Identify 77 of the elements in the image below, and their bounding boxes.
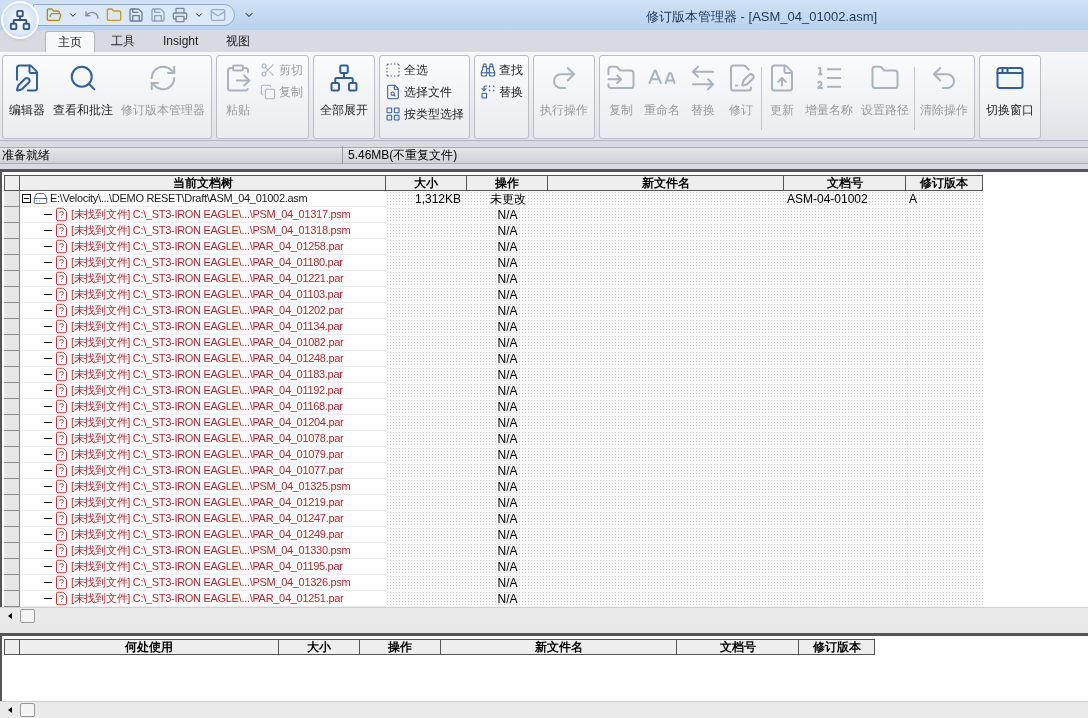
folder-icon[interactable] (106, 7, 122, 23)
tree-item-label[interactable]: [未找到文件] C:\_ST3-IRON EAGLE\...\PAR_04_01251.par (71, 590, 344, 607)
tree-item-label[interactable]: [未找到文件] C:\_ST3-IRON EAGLE\...\PAR_04_01079.par (71, 446, 344, 463)
scroll-thumb[interactable] (20, 703, 35, 718)
tree-item-label[interactable]: [未找到文件] C:\_ST3-IRON EAGLE\...\PAR_04_01082.par (71, 334, 344, 351)
tree-item-label[interactable]: [未找到文件] C:\_ST3-IRON EAGLE\...\PAR_04_01202.par (71, 302, 344, 319)
ribbon-small-button[interactable]: 按类型选择 (383, 102, 466, 125)
column-header[interactable]: 当前文档树 (20, 174, 386, 191)
column-header[interactable]: 新文件名 (548, 174, 784, 191)
horizontal-scrollbar[interactable] (0, 701, 1088, 718)
column-header[interactable]: 大小 (279, 638, 360, 655)
app-logo-icon[interactable] (1, 1, 39, 39)
column-header[interactable]: 修订版本 (799, 638, 875, 655)
tree-item-label[interactable]: [未找到文件] C:\_ST3-IRON EAGLE\...\PAR_04_01134.par (71, 318, 343, 335)
tree-item-label[interactable]: [未找到文件] C:\_ST3-IRON EAGLE\...\PAR_04_01180.par (71, 254, 343, 271)
tree-item-label[interactable]: [未找到文件] C:\_ST3-IRON EAGLE\...\PAR_04_01249.par (71, 526, 344, 543)
binoculars-icon (480, 61, 496, 78)
tree-item-label[interactable]: [未找到文件] C:\_ST3-IRON EAGLE\...\PSM_04_01326.psm (71, 574, 351, 591)
tree-item-label[interactable]: [未找到文件] C:\_ST3-IRON EAGLE\...\PAR_04_01221.par (71, 270, 344, 287)
tree-item-label[interactable]: [未找到文件] C:\_ST3-IRON EAGLE\...\PAR_04_01248.par (71, 350, 344, 367)
tree-item-label[interactable]: [未找到文件] C:\_ST3-IRON EAGLE\...\PAR_04_01192.par (71, 382, 343, 399)
tree-item-label[interactable]: [未找到文件] C:\_ST3-IRON EAGLE\...\PAR_04_01183.par (71, 366, 343, 383)
column-header[interactable]: 何处使用 (20, 638, 279, 655)
tree-item-label[interactable]: [未找到文件] C:\_ST3-IRON EAGLE\...\PAR_04_01247.par (71, 510, 344, 527)
tree-item-label[interactable]: [未找到文件] C:\_ST3-IRON EAGLE\...\PAR_04_01078.par (71, 430, 344, 447)
ribbon-tab[interactable]: Insight (151, 30, 211, 52)
column-header[interactable]: 修订版本 (906, 174, 983, 191)
replace-icon (480, 83, 496, 100)
column-header[interactable]: 文档号 (677, 638, 799, 655)
tree-item-label[interactable]: E:\Velocity\...\DEMO RESET\Draft\ASM_04_01002.asm (50, 190, 308, 207)
ribbon-tab[interactable]: 工具 (99, 30, 147, 52)
ribbon-button[interactable]: 全部展开 (317, 58, 371, 139)
scroll-left-icon[interactable] (8, 612, 12, 619)
scroll-thumb[interactable] (20, 608, 35, 623)
ribbon-button[interactable]: 切换窗口 (983, 58, 1037, 139)
folder-icon[interactable] (46, 7, 62, 23)
header-corner[interactable] (4, 638, 20, 655)
column-header[interactable]: 新文件名 (441, 638, 677, 655)
tree-item-label[interactable]: [未找到文件] C:\_ST3-IRON EAGLE\...\PAR_04_01103.par (71, 286, 343, 303)
tree-icon (329, 62, 359, 93)
scissors-icon (260, 61, 276, 78)
ribbon-small-button[interactable]: 全选 (383, 58, 466, 81)
ribbon-small-button[interactable]: 查找 (478, 58, 525, 81)
column-header[interactable]: 操作 (360, 638, 441, 655)
column-header[interactable]: 操作 (467, 174, 548, 191)
save-icon[interactable] (128, 7, 144, 23)
tree-item-label[interactable]: [未找到文件] C:\_ST3-IRON EAGLE\...\PSM_04_01325.psm (71, 478, 351, 495)
scroll-left-icon[interactable] (8, 707, 12, 714)
window-title: 修订版本管理器 - [ASM_04_01002.asm] (646, 8, 878, 26)
ribbon-tab[interactable]: 主页 (45, 30, 95, 52)
tree-item-label[interactable]: [未找到文件] C:\_ST3-IRON EAGLE\...\PAR_04_01195.par (71, 558, 343, 575)
tree-item-label[interactable]: [未找到文件] C:\_ST3-IRON EAGLE\...\PSM_04_01318.psm (71, 222, 351, 239)
header-corner[interactable] (4, 174, 20, 191)
ribbon-small-button[interactable]: 替换 (478, 80, 525, 103)
printer-icon[interactable] (172, 7, 188, 23)
selection-icon (385, 61, 401, 78)
status-message: 准备就绪 (0, 146, 343, 165)
column-header[interactable]: 文档号 (784, 174, 906, 191)
ribbon-button[interactable]: 编辑器 (6, 58, 48, 139)
grid-icon (385, 105, 401, 122)
ribbon-small-button[interactable]: 选择文件 (383, 80, 466, 103)
ribbon-button[interactable]: 查看和批注 (50, 58, 116, 139)
file-search-icon (385, 83, 401, 100)
status-file-size: 5.46MB(不重复文件) (347, 147, 458, 165)
tree-item-label[interactable]: [未找到文件] C:\_ST3-IRON EAGLE\...\PAR_04_01258.par (71, 238, 344, 255)
tree-item-label[interactable]: [未找到文件] C:\_ST3-IRON EAGLE\...\PAR_04_01204.par (71, 414, 344, 431)
mail-icon[interactable] (210, 7, 226, 23)
collapse-toggle-icon[interactable] (22, 193, 31, 203)
tree-item-label[interactable]: [未找到文件] C:\_ST3-IRON EAGLE\...\PAR_04_01219.par (71, 494, 344, 511)
tree-item-label[interactable]: [未找到文件] C:\_ST3-IRON EAGLE\...\PSM_04_01317.psm (71, 206, 351, 223)
ribbon-tab[interactable]: 视图 (214, 30, 263, 52)
tree-item-label[interactable]: [未找到文件] C:\_ST3-IRON EAGLE\...\PAR_04_01168.par (71, 398, 343, 415)
copy-icon (260, 83, 276, 100)
tree-item-label[interactable]: [未找到文件] C:\_ST3-IRON EAGLE\...\PSM_04_01330.psm (71, 542, 351, 559)
save-icon[interactable] (150, 7, 166, 23)
tree-item-label[interactable]: [未找到文件] C:\_ST3-IRON EAGLE\...\PAR_04_01077.par (71, 462, 344, 479)
column-header[interactable]: 大小 (386, 174, 467, 191)
